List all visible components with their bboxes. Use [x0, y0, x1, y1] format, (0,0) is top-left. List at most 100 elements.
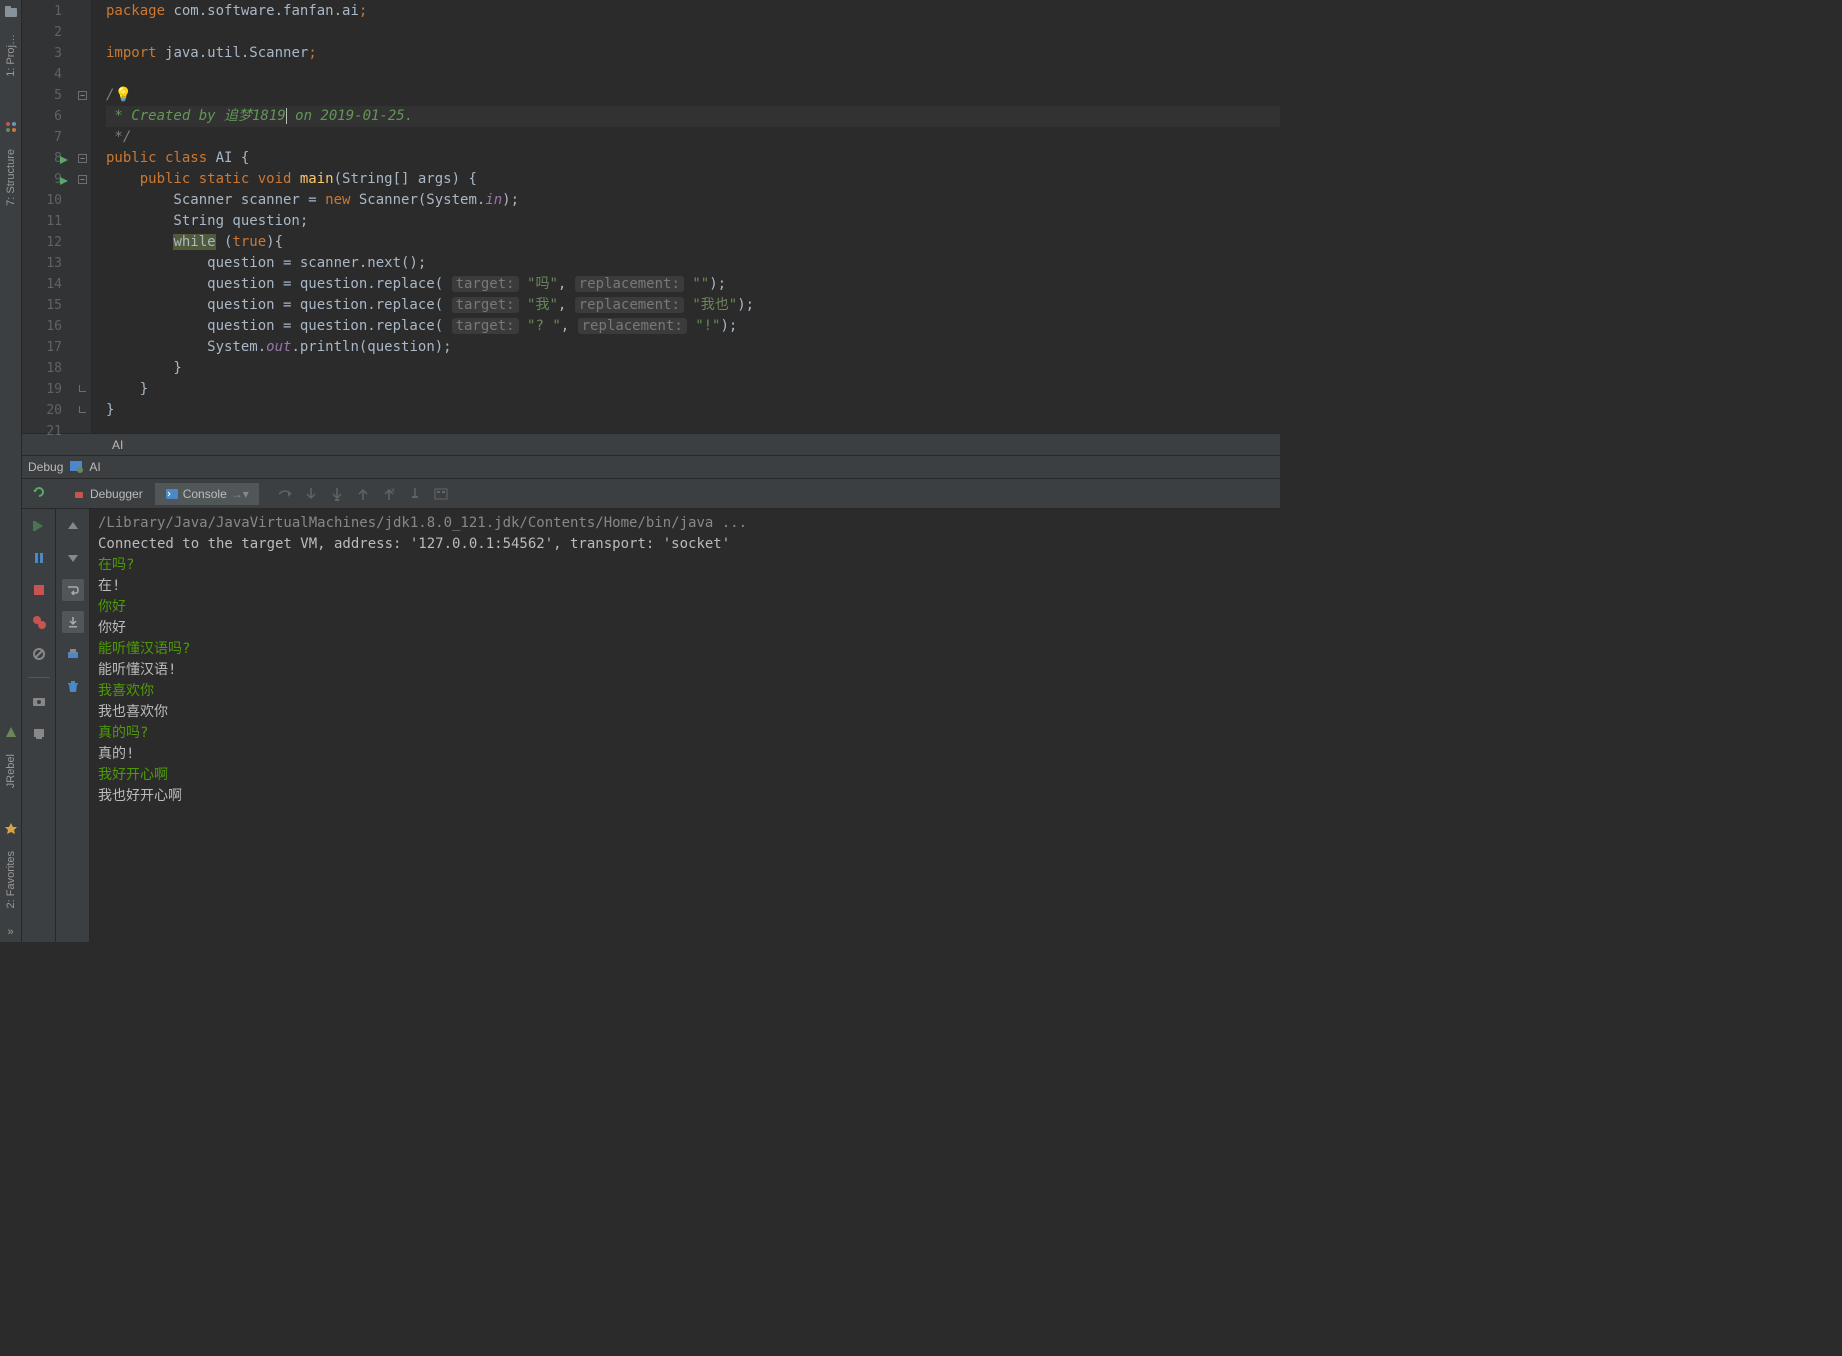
console-line: 我喜欢你	[98, 681, 1272, 702]
gutter-line[interactable]: 18	[22, 358, 91, 379]
gutter-line[interactable]: 7	[22, 127, 91, 148]
editor[interactable]: 12345−678−9−101112131415161718192021 pac…	[22, 0, 1280, 433]
tool-favorites[interactable]: 2: Favorites	[3, 845, 19, 914]
fold-end-icon	[79, 406, 86, 413]
code-line[interactable]: Scanner scanner = new Scanner(System.in)…	[106, 190, 1280, 211]
camera-button[interactable]	[28, 690, 50, 712]
step-out-icon[interactable]	[351, 482, 375, 506]
console-output[interactable]: /Library/Java/JavaVirtualMachines/jdk1.8…	[90, 509, 1280, 942]
structure-icon[interactable]	[3, 119, 19, 135]
settings-button[interactable]	[28, 722, 50, 744]
tab-console-label: Console	[183, 487, 227, 501]
project-icon[interactable]	[3, 4, 19, 20]
console-line: Connected to the target VM, address: '12…	[98, 534, 1272, 555]
pause-button[interactable]	[28, 547, 50, 569]
print-button[interactable]	[62, 643, 84, 665]
force-step-into-icon[interactable]	[325, 482, 349, 506]
resume-button[interactable]	[28, 515, 50, 537]
code-line[interactable]: System.out.println(question);	[106, 337, 1280, 358]
console-tools	[56, 509, 90, 942]
code-line[interactable]: }	[106, 379, 1280, 400]
tool-jrebel[interactable]: JRebel	[3, 748, 19, 794]
gutter[interactable]: 12345−678−9−101112131415161718192021	[22, 0, 92, 433]
step-into-icon[interactable]	[299, 482, 323, 506]
separator	[28, 677, 50, 678]
debugger-icon	[72, 487, 86, 501]
favorites-icon[interactable]	[3, 821, 19, 837]
fold-icon[interactable]: −	[78, 175, 87, 184]
scroll-up-button[interactable]	[62, 515, 84, 537]
rerun-button[interactable]	[28, 481, 50, 503]
code-area[interactable]: package com.software.fanfan.ai; import ja…	[92, 0, 1280, 433]
code-line[interactable]: import java.util.Scanner;	[106, 43, 1280, 64]
stop-button[interactable]	[28, 579, 50, 601]
run-to-cursor-icon[interactable]	[403, 482, 427, 506]
code-line[interactable]	[106, 421, 1280, 442]
gutter-line[interactable]: 6	[22, 106, 91, 127]
step-over-icon[interactable]	[273, 482, 297, 506]
left-tool-strip: 1: Proj… 7: Structure JRebel 2: Favorite…	[0, 0, 22, 942]
tool-project[interactable]: 1: Proj…	[3, 28, 19, 83]
code-line[interactable]: package com.software.fanfan.ai;	[106, 1, 1280, 22]
code-line[interactable]: /💡	[106, 85, 1280, 106]
clear-button[interactable]	[62, 675, 84, 697]
code-line[interactable]	[106, 22, 1280, 43]
tab-console[interactable]: Console →▾	[155, 483, 259, 505]
gutter-line[interactable]: 15	[22, 295, 91, 316]
gutter-line[interactable]: 3	[22, 43, 91, 64]
code-line[interactable]: public class AI {	[106, 148, 1280, 169]
scroll-down-button[interactable]	[62, 547, 84, 569]
gutter-line[interactable]: 11	[22, 211, 91, 232]
run-gutter-icon[interactable]	[59, 153, 71, 165]
fold-icon[interactable]: −	[78, 91, 87, 100]
gutter-line[interactable]: 20	[22, 400, 91, 421]
gutter-line[interactable]: 16	[22, 316, 91, 337]
gutter-line[interactable]: 2	[22, 22, 91, 43]
gutter-line[interactable]: 9−	[22, 169, 91, 190]
console-line: 我好开心啊	[98, 765, 1272, 786]
console-line: 你好	[98, 618, 1272, 639]
mute-breakpoints-button[interactable]	[28, 643, 50, 665]
code-line[interactable]: }	[106, 400, 1280, 421]
code-line[interactable]	[106, 64, 1280, 85]
code-line[interactable]: while (true){	[106, 232, 1280, 253]
gutter-line[interactable]: 14	[22, 274, 91, 295]
code-line[interactable]: question = scanner.next();	[106, 253, 1280, 274]
code-line[interactable]: String question;	[106, 211, 1280, 232]
gutter-line[interactable]: 1	[22, 1, 91, 22]
drop-frame-icon[interactable]: x	[377, 482, 401, 506]
code-line[interactable]: public static void main(String[] args) {	[106, 169, 1280, 190]
fold-end-icon	[79, 385, 86, 392]
code-line[interactable]: question = question.replace( target: "? …	[106, 316, 1280, 337]
code-line[interactable]: question = question.replace( target: "吗"…	[106, 274, 1280, 295]
run-gutter-icon[interactable]	[59, 174, 71, 186]
fold-icon[interactable]: −	[78, 154, 87, 163]
gutter-line[interactable]: 8−	[22, 148, 91, 169]
code-line[interactable]: question = question.replace( target: "我"…	[106, 295, 1280, 316]
console-line: 在吗?	[98, 555, 1272, 576]
console-line: 真的!	[98, 744, 1272, 765]
evaluate-icon[interactable]	[429, 482, 453, 506]
tab-debugger-label: Debugger	[90, 487, 143, 501]
run-config-name[interactable]: AI	[89, 460, 100, 474]
gutter-line[interactable]: 10	[22, 190, 91, 211]
gutter-line[interactable]: 4	[22, 64, 91, 85]
scroll-to-end-button[interactable]	[62, 611, 84, 633]
gutter-line[interactable]: 19	[22, 379, 91, 400]
console-line: 我也喜欢你	[98, 702, 1272, 723]
code-line[interactable]: * Created by 追梦1819 on 2019-01-25.	[106, 106, 1280, 127]
gutter-line[interactable]: 12	[22, 232, 91, 253]
code-line[interactable]: }	[106, 358, 1280, 379]
svg-text:x: x	[391, 486, 395, 494]
gutter-line[interactable]: 5−	[22, 85, 91, 106]
jrebel-icon[interactable]	[3, 724, 19, 740]
tool-more[interactable]: »	[7, 922, 13, 942]
tool-structure[interactable]: 7: Structure	[3, 143, 19, 212]
gutter-line[interactable]: 17	[22, 337, 91, 358]
view-breakpoints-button[interactable]	[28, 611, 50, 633]
code-line[interactable]: */	[106, 127, 1280, 148]
soft-wrap-button[interactable]	[62, 579, 84, 601]
gutter-line[interactable]: 13	[22, 253, 91, 274]
gutter-line[interactable]: 21	[22, 421, 91, 442]
tab-debugger[interactable]: Debugger	[62, 483, 153, 505]
